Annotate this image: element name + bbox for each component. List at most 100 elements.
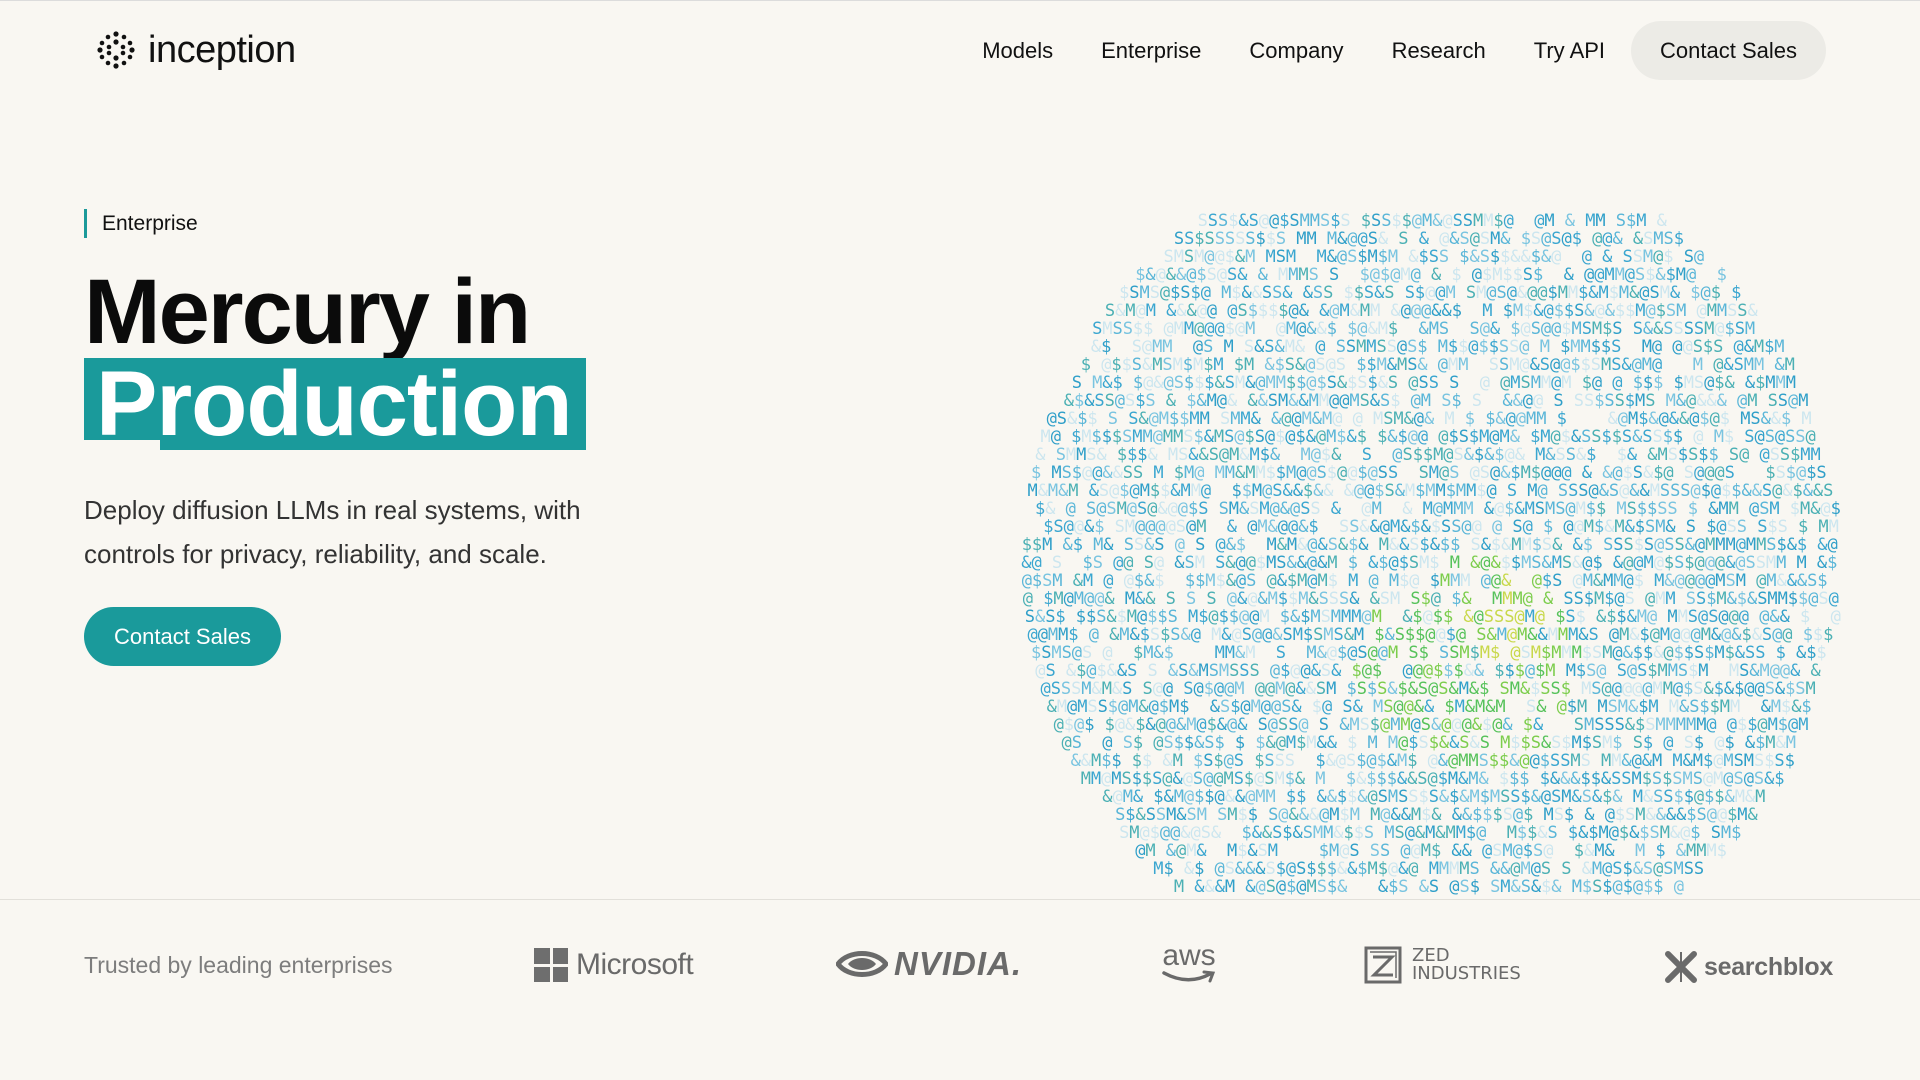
globe-glyph: M [1456, 481, 1466, 501]
globe-glyph: @ [1705, 571, 1715, 591]
globe-glyph: S [1378, 787, 1388, 807]
globe-glyph: S [1693, 337, 1703, 357]
globe-glyph: M [1601, 355, 1611, 375]
globe-glyph: S [1766, 535, 1776, 555]
globe-glyph: M [1592, 319, 1602, 339]
globe-glyph: @ [1707, 805, 1717, 825]
globe-glyph: M [1444, 409, 1454, 429]
globe-glyph: $ [1642, 769, 1652, 789]
globe-glyph: @ [1143, 373, 1153, 393]
globe-glyph: @ [1653, 247, 1663, 267]
globe-glyph: M [1771, 697, 1781, 717]
globe-glyph: S [1132, 337, 1142, 357]
globe-glyph: @ [1551, 319, 1561, 339]
globe-glyph: M [1276, 373, 1286, 393]
nav-company[interactable]: Company [1249, 38, 1343, 64]
globe-glyph: S [1479, 751, 1489, 771]
globe-glyph: @ [1653, 859, 1663, 879]
globe-glyph: $ [1706, 589, 1716, 609]
globe-glyph: $ [1160, 481, 1170, 501]
globe-glyph: @ [1504, 211, 1514, 231]
globe-glyph: M [1145, 841, 1155, 861]
globe-glyph: $ [1470, 877, 1480, 897]
header-contact-sales-button[interactable]: Contact Sales [1631, 21, 1826, 80]
globe-glyph: M [1686, 841, 1696, 861]
globe-glyph: $ [1174, 463, 1184, 483]
globe-glyph: @ [1191, 625, 1201, 645]
globe-glyph: @ [1329, 391, 1339, 411]
globe-glyph: S [1082, 643, 1092, 663]
globe-glyph: & [1790, 661, 1801, 681]
globe-glyph: & [1270, 445, 1281, 465]
nav-enterprise[interactable]: Enterprise [1101, 38, 1201, 64]
globe-glyph: S [1339, 589, 1349, 609]
globe-glyph: $ [1204, 787, 1214, 807]
globe-glyph: S [1611, 337, 1621, 357]
globe-glyph: S [1674, 553, 1684, 573]
globe-glyph: S [1664, 535, 1674, 555]
globe-glyph: @ [1353, 409, 1363, 429]
globe-glyph: M [1483, 211, 1493, 231]
globe-glyph: @ [1532, 571, 1542, 591]
globe-glyph: $ [1194, 427, 1204, 447]
globe-glyph: $ [1686, 805, 1696, 825]
globe-glyph: & [1543, 589, 1554, 609]
globe-glyph: M [1527, 481, 1537, 501]
globe-glyph: M [1599, 283, 1609, 303]
globe-glyph: $ [1399, 571, 1409, 591]
globe-glyph: $ [1637, 499, 1647, 519]
nav-research[interactable]: Research [1392, 38, 1486, 64]
globe-glyph: M [1512, 589, 1522, 609]
globe-glyph: M [1473, 211, 1483, 231]
globe-glyph: M [1421, 391, 1431, 411]
globe-glyph: $ [1413, 445, 1423, 465]
globe-glyph: M [1199, 661, 1209, 681]
nav-models[interactable]: Models [982, 38, 1053, 64]
globe-glyph: S [1310, 499, 1320, 519]
globe-glyph: @ [1829, 589, 1839, 609]
globe-glyph: M [1300, 211, 1310, 231]
globe-glyph: @ [1368, 643, 1378, 663]
globe-glyph: $ [1485, 409, 1495, 429]
globe-glyph: $ [1688, 499, 1698, 519]
globe-glyph: $ [1419, 787, 1429, 807]
globe-glyph: $ [1374, 481, 1384, 501]
globe-glyph: $ [1081, 355, 1091, 375]
globe-glyph: M [1568, 625, 1578, 645]
globe-glyph: M [1480, 643, 1490, 663]
globe-glyph: $ [1234, 355, 1244, 375]
globe-glyph: M [1525, 499, 1535, 519]
globe-glyph: M [1522, 535, 1532, 555]
globe-glyph: $ [1420, 535, 1430, 555]
globe-glyph: @ [1136, 301, 1146, 321]
globe-glyph: @ [1491, 571, 1501, 591]
globe-glyph: M [1152, 337, 1162, 357]
globe-glyph: $ [1717, 841, 1727, 861]
globe-glyph: S [1266, 877, 1276, 897]
brand-logo[interactable]: inception [96, 26, 296, 74]
globe-glyph: S [1807, 571, 1817, 591]
globe-glyph: @ [1156, 265, 1166, 285]
globe-glyph: @ [1744, 769, 1754, 789]
hero-contact-sales-button[interactable]: Contact Sales [84, 607, 281, 666]
globe-glyph: S [1408, 643, 1418, 663]
globe-glyph: $ [1150, 481, 1160, 501]
globe-glyph: S [1484, 607, 1494, 627]
globe-glyph: M [1744, 751, 1754, 771]
globe-glyph: $ [1319, 841, 1329, 861]
globe-glyph: M [1800, 499, 1810, 519]
nav-try-api[interactable]: Try API [1534, 38, 1605, 64]
globe-glyph: S [1504, 607, 1514, 627]
globe-glyph: @ [1130, 481, 1140, 501]
globe-glyph: M [1765, 733, 1775, 753]
globe-glyph: S [1180, 283, 1190, 303]
globe-glyph: M [1323, 625, 1333, 645]
globe-glyph: S [1183, 679, 1193, 699]
globe-glyph: @ [1414, 409, 1424, 429]
globe-glyph: S [1762, 481, 1772, 501]
globe-glyph: M [1370, 805, 1380, 825]
globe-glyph: $ [1043, 589, 1053, 609]
globe-glyph: @ [1276, 733, 1286, 753]
globe-glyph: M [1315, 769, 1325, 789]
globe-glyph: M [1227, 841, 1237, 861]
